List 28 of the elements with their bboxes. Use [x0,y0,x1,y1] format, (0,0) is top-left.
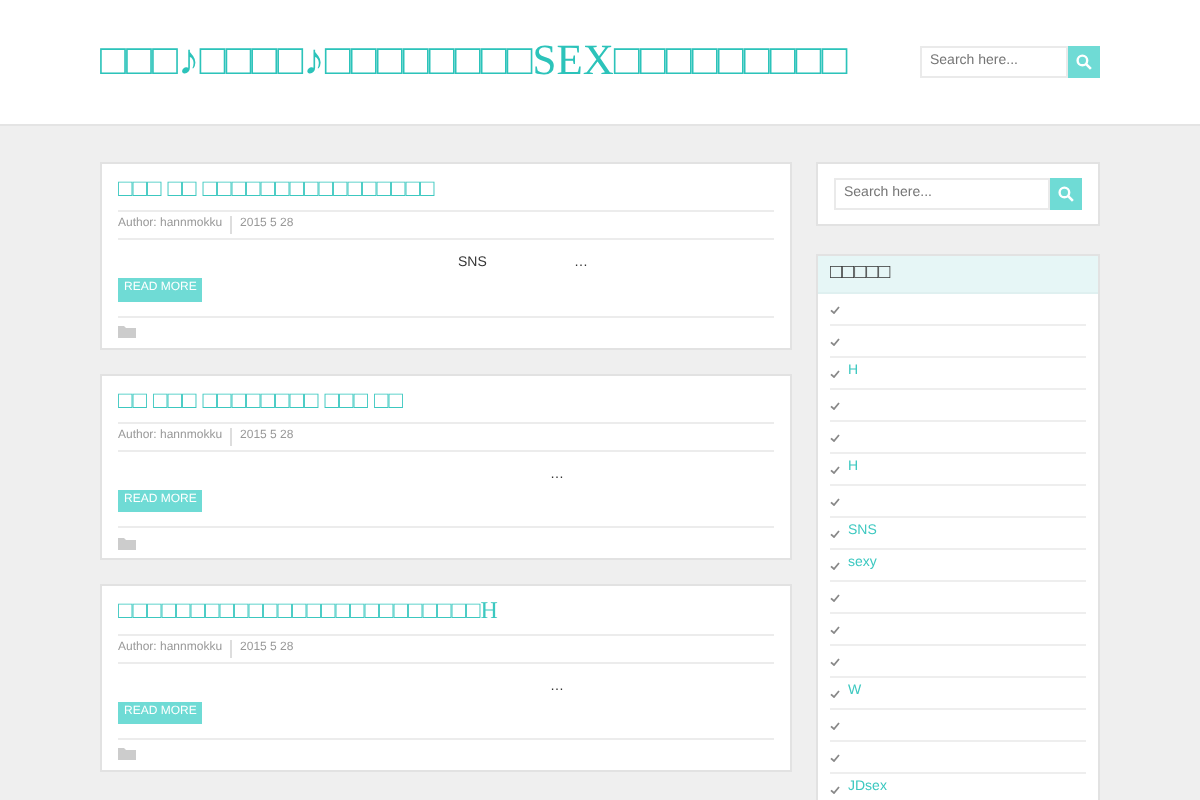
check-icon [830,465,840,473]
check-icon [830,433,840,441]
post-title[interactable]: □□ □□□ □□□□□□□□ □□□ □□ [118,385,774,414]
search-icon [1076,54,1092,70]
check-icon [830,337,840,345]
check-icon [830,625,840,633]
check-icon [830,689,840,697]
check-icon [830,785,840,793]
check-icon [830,561,840,569]
check-icon [830,401,840,409]
check-icon [830,497,840,505]
check-icon [830,529,840,537]
check-icon [830,721,840,729]
search-button[interactable] [1068,46,1100,78]
widget-title: □□□□□ [818,256,1098,294]
search-button[interactable] [1050,178,1082,210]
check-icon [830,305,840,313]
post-title[interactable]: □□□ □□ □□□□□□□□□□□□□□□□ [118,174,774,203]
folder-icon [118,323,136,338]
check-icon [830,657,840,665]
post-title[interactable]: □□□□□□□□□□□□□□□□□□□□□□□□□H [118,596,774,626]
search-icon [1058,186,1074,202]
check-icon [830,593,840,601]
site-title[interactable]: □□□♪□□□□♪□□□□□□□□SEX□□□□□□□□□ [100,40,848,84]
check-icon [830,753,840,761]
check-icon [830,369,840,377]
folder-icon [118,746,136,761]
folder-icon [118,535,136,550]
